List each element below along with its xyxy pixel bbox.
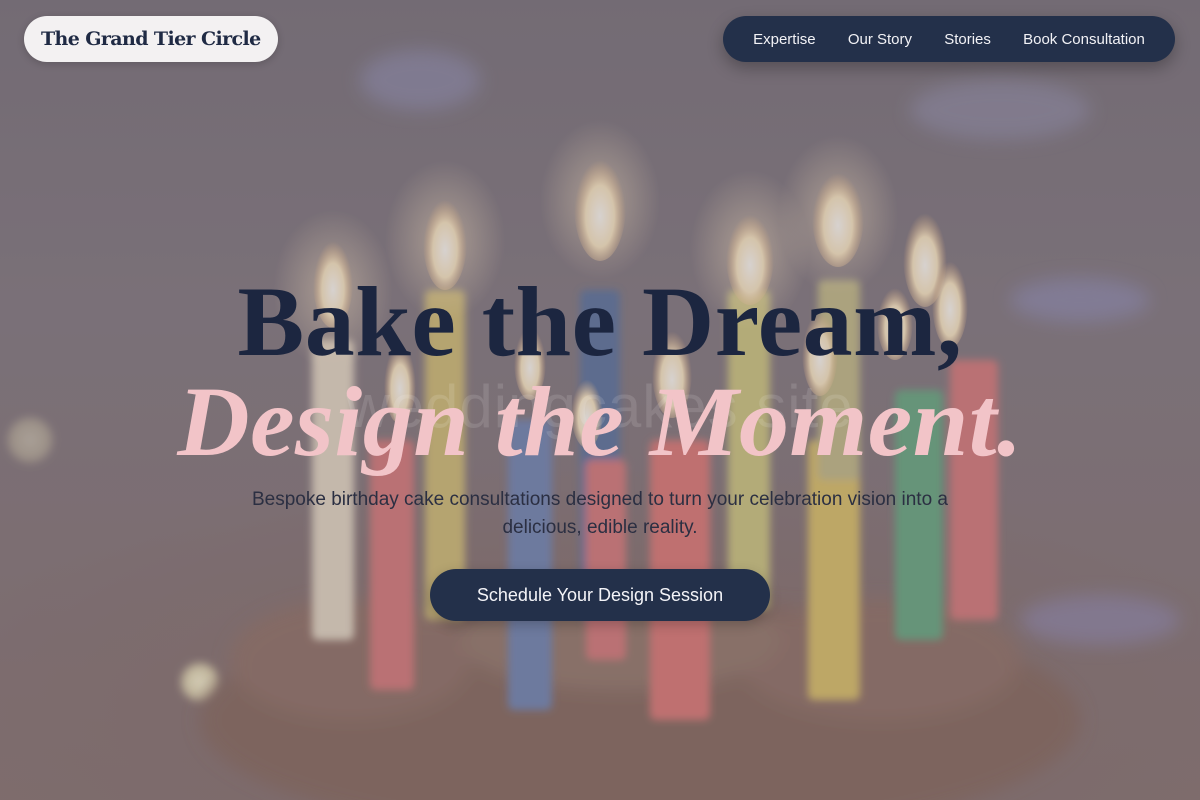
schedule-design-session-button[interactable]: Schedule Your Design Session <box>430 569 770 621</box>
hero-headline-line-2: Design the Moment. <box>177 366 1023 477</box>
hero-section: weddingcakes.site Bake the Dream, Design… <box>0 0 1200 800</box>
hero-subtitle: Bespoke birthday cake consultations desi… <box>251 489 949 538</box>
